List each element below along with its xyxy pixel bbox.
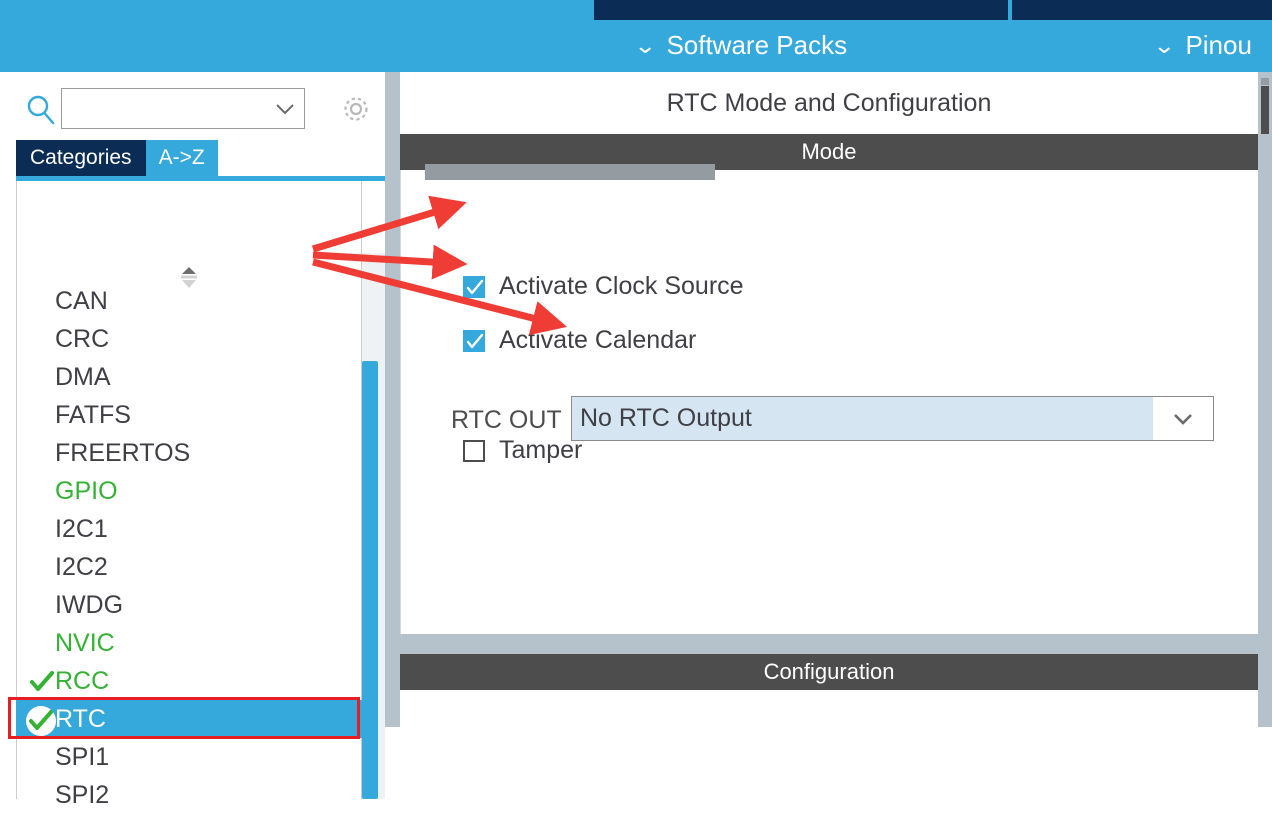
tamper-label: Tamper: [499, 436, 583, 464]
chevron-down-icon: ⌄: [1152, 32, 1176, 58]
configuration-section-header: Configuration: [400, 654, 1258, 690]
sidebar: Categories A->Z CAN CRC DMA FATFS FREERT…: [0, 72, 385, 809]
sidebar-item-crc[interactable]: CRC: [16, 320, 362, 358]
sidebar-item-rcc[interactable]: RCC: [16, 662, 362, 700]
content-scrollbar-track[interactable]: [1258, 72, 1272, 727]
sidebar-item-label: RCC: [55, 666, 110, 695]
sidebar-item-i2c1[interactable]: I2C1: [16, 510, 362, 548]
sidebar-item-freertos[interactable]: FREERTOS: [16, 434, 362, 472]
sidebar-item-nvic[interactable]: NVIC: [16, 624, 362, 662]
sidebar-item-dma[interactable]: DMA: [16, 358, 362, 396]
tamper-row[interactable]: Tamper: [463, 436, 582, 465]
mode-section-body: Activate Clock Source Activate Calendar …: [400, 170, 1258, 634]
rtc-out-dropdown[interactable]: No RTC Output: [571, 396, 1214, 441]
page-title: RTC Mode and Configuration: [400, 72, 1258, 134]
tab-categories-label: Categories: [30, 146, 132, 169]
sidebar-item-label: NVIC: [55, 628, 115, 657]
sidebar-item-label: GPIO: [55, 476, 118, 505]
checkbox-unchecked-icon[interactable]: [463, 439, 485, 462]
top-tab-active-1[interactable]: g: [594, 0, 1008, 20]
sidebar-scrollbar-thumb[interactable]: [362, 361, 378, 799]
rtc-out-value: No RTC Output: [572, 397, 1153, 440]
content-scrollbar-cap: [1261, 78, 1269, 85]
search-icon: [25, 94, 57, 126]
activate-calendar-row[interactable]: Activate Calendar: [463, 326, 696, 355]
gear-icon[interactable]: [339, 92, 373, 126]
menu-software-packs[interactable]: ⌄ Software Packs: [633, 30, 848, 61]
sidebar-item-label: FATFS: [55, 400, 131, 429]
sidebar-item-label: SPI2: [55, 780, 110, 809]
rtc-out-label: RTC OUT: [451, 406, 562, 434]
sidebar-item-spi1[interactable]: SPI1: [16, 738, 362, 776]
sidebar-item-label: CRC: [55, 324, 110, 353]
tab-a-to-z-label: A->Z: [158, 146, 205, 169]
category-list: CAN CRC DMA FATFS FREERTOS GPIO I2C1 I2C…: [16, 282, 362, 814]
panel-splitter[interactable]: [385, 72, 400, 727]
tab-categories[interactable]: Categories: [16, 140, 146, 176]
app-root: g g ⌄ Software Packs ⌄ Pinou: [0, 0, 1272, 809]
chevron-down-icon[interactable]: [274, 100, 296, 118]
sidebar-item-label: FREERTOS: [55, 438, 191, 467]
checkbox-checked-icon[interactable]: [463, 329, 485, 352]
sidebar-item-can[interactable]: CAN: [16, 282, 362, 320]
check-circle-icon: [26, 706, 56, 736]
sidebar-item-label: SPI1: [55, 742, 110, 771]
sidebar-search-row: [0, 80, 385, 136]
configuration-tab-button[interactable]: [425, 164, 715, 180]
main-content: RTC Mode and Configuration Mode Activate…: [400, 72, 1272, 727]
checkbox-checked-icon[interactable]: [463, 275, 485, 298]
sidebar-item-i2c2[interactable]: I2C2: [16, 548, 362, 586]
activate-clock-source-label: Activate Clock Source: [499, 272, 744, 300]
sidebar-item-fatfs[interactable]: FATFS: [16, 396, 362, 434]
check-icon: [30, 671, 54, 693]
search-combobox[interactable]: [61, 88, 305, 129]
configuration-section-body: [400, 690, 1258, 727]
sidebar-item-label: RTC: [55, 704, 106, 733]
sidebar-item-label: I2C2: [55, 552, 108, 581]
chevron-down-icon[interactable]: [1153, 397, 1213, 440]
search-input[interactable]: [68, 94, 272, 124]
sidebar-item-gpio[interactable]: GPIO: [16, 472, 362, 510]
sidebar-item-label: DMA: [55, 362, 111, 391]
activate-calendar-label: Activate Calendar: [499, 326, 697, 354]
content-scrollbar-thumb[interactable]: [1261, 86, 1269, 134]
top-tab-active-2[interactable]: g: [1012, 0, 1272, 20]
menu-pinout-label: Pinou: [1185, 30, 1252, 60]
section-separator: [400, 634, 1258, 654]
sidebar-item-label: I2C1: [55, 514, 108, 543]
top-menu-bar: g g ⌄ Software Packs ⌄ Pinou: [0, 0, 1272, 72]
sidebar-item-label: IWDG: [55, 590, 124, 619]
sidebar-tabs: Categories A->Z: [16, 140, 218, 176]
chevron-down-icon: ⌄: [633, 32, 657, 58]
menu-software-packs-label: Software Packs: [666, 30, 848, 60]
menu-pinout[interactable]: ⌄ Pinou: [1152, 30, 1252, 61]
sidebar-item-iwdg[interactable]: IWDG: [16, 586, 362, 624]
sidebar-item-label: CAN: [55, 286, 108, 315]
tab-a-to-z[interactable]: A->Z: [145, 140, 218, 176]
sidebar-item-rtc[interactable]: RTC: [16, 700, 362, 738]
sidebar-item-spi2[interactable]: SPI2: [16, 776, 362, 814]
activate-clock-source-row[interactable]: Activate Clock Source: [463, 272, 744, 301]
